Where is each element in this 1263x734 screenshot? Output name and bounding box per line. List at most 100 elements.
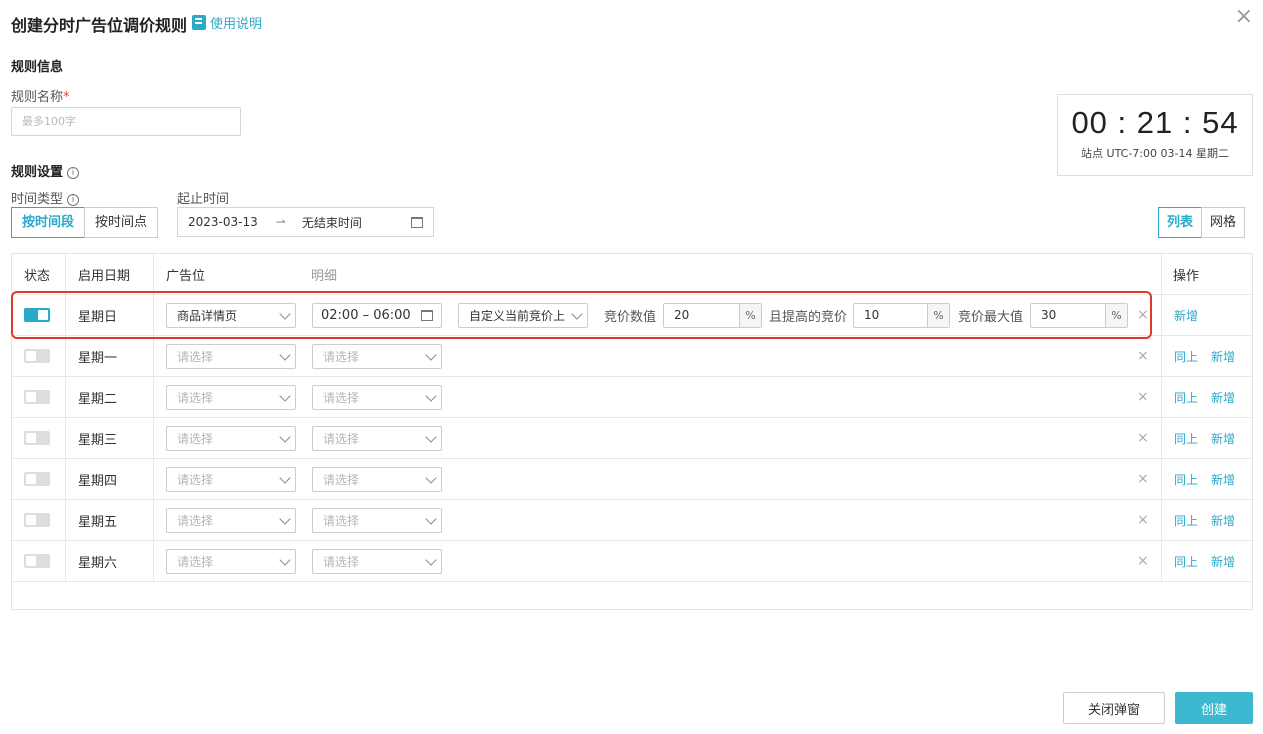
detail-cell: 请选择 <box>312 541 442 581</box>
slot-cell: 请选择 <box>166 418 296 458</box>
add-row-link[interactable]: 新增 <box>1211 471 1235 488</box>
close-icon[interactable]: × <box>1137 512 1149 528</box>
bid-input[interactable]: 20% <box>663 302 762 328</box>
column-divider <box>153 254 154 582</box>
table-row: 星期一 请选择 请选择 × 同上 新增 <box>12 336 1252 377</box>
detail-placeholder: 请选择 <box>323 431 360 446</box>
close-icon[interactable]: × <box>1137 553 1149 569</box>
time-range-picker[interactable]: 02:00 – 06:00 <box>312 302 442 328</box>
add-row-link[interactable]: 新增 <box>1174 307 1198 324</box>
slot-select[interactable]: 请选择 <box>166 343 296 369</box>
close-icon[interactable]: × <box>1137 307 1149 323</box>
add-row-link[interactable]: 新增 <box>1211 389 1235 406</box>
help-link[interactable]: 使用说明 <box>192 13 262 32</box>
slot-cell: 请选择 <box>166 377 296 417</box>
day-label: 星期一 <box>78 350 118 366</box>
day-label: 星期三 <box>78 432 118 448</box>
copy-above-link[interactable]: 同上 <box>1174 348 1198 365</box>
slot-select[interactable]: 请选择 <box>166 384 296 410</box>
dialog: 创建分时广告位调价规则 使用说明 × 规则信息 规则名称* 00 : 21 : … <box>0 0 1263 734</box>
slot-select[interactable]: 请选择 <box>166 425 296 451</box>
detail-select[interactable]: 请选择 <box>312 343 442 369</box>
info-icon[interactable]: i <box>67 167 80 179</box>
day-label: 星期四 <box>78 473 118 489</box>
status-cell <box>24 295 50 335</box>
close-icon[interactable]: × <box>1235 6 1253 28</box>
slot-select[interactable]: 请选择 <box>166 548 296 574</box>
status-toggle[interactable] <box>24 349 50 363</box>
header-date: 启用日期 <box>78 268 131 284</box>
time-type-period[interactable]: 按时间段 <box>11 207 86 238</box>
chevron-down-icon <box>425 430 437 443</box>
info-icon[interactable]: i <box>67 194 80 206</box>
slot-placeholder: 请选择 <box>177 349 214 364</box>
mode-cell: 自定义当前竞价上 <box>458 295 588 335</box>
slot-select[interactable]: 请选择 <box>166 507 296 533</box>
detail-placeholder: 请选择 <box>323 472 360 487</box>
slot-cell: 请选择 <box>166 336 296 376</box>
close-dialog-button[interactable]: 关闭弹窗 <box>1063 692 1165 724</box>
copy-above-link[interactable]: 同上 <box>1174 553 1198 570</box>
create-button[interactable]: 创建 <box>1175 692 1253 724</box>
calendar-icon <box>421 309 433 321</box>
day-cell: 星期三 <box>78 418 117 458</box>
status-toggle[interactable] <box>24 513 50 527</box>
view-list-button[interactable]: 列表 <box>1158 207 1203 238</box>
status-toggle[interactable] <box>24 308 50 322</box>
detail-select[interactable]: 请选择 <box>312 384 442 410</box>
action-cell: 同上 <box>1174 459 1198 499</box>
add-row-link[interactable]: 新增 <box>1211 430 1235 447</box>
status-cell <box>24 377 50 417</box>
copy-above-link[interactable]: 同上 <box>1174 389 1198 406</box>
detail-select[interactable]: 请选择 <box>312 507 442 533</box>
day-label: 星期五 <box>78 514 118 530</box>
chevron-down-icon <box>425 389 437 402</box>
detail-select[interactable]: 请选择 <box>312 466 442 492</box>
status-toggle[interactable] <box>24 472 50 486</box>
bid-value: 20 <box>674 308 690 322</box>
chevron-down-icon <box>279 389 291 402</box>
date-range-picker[interactable]: 2023-03-13 ⇀ 无结束时间 <box>177 207 434 237</box>
copy-above-link[interactable]: 同上 <box>1174 512 1198 529</box>
header-status: 状态 <box>24 268 51 284</box>
action-cell: 新增 <box>1174 295 1198 335</box>
slot-cell: 请选择 <box>166 500 296 540</box>
time-type-label-text: 时间类型 <box>11 192 64 207</box>
detail-select[interactable]: 请选择 <box>312 425 442 451</box>
max-input[interactable]: 30% <box>1030 302 1128 328</box>
status-toggle[interactable] <box>24 390 50 404</box>
max-field: 竞价最大值 <box>958 295 1023 335</box>
close-icon[interactable]: × <box>1137 430 1149 446</box>
table-row: 星期五 请选择 请选择 × 同上 新增 <box>12 500 1252 541</box>
detail-select[interactable]: 请选择 <box>312 548 442 574</box>
time-range-value: 02:00 – 06:00 <box>321 307 411 323</box>
detail-placeholder: 请选择 <box>323 390 360 405</box>
bid-mode-select[interactable]: 自定义当前竞价上 <box>458 302 588 328</box>
close-icon[interactable]: × <box>1137 471 1149 487</box>
raise-input-cell: 10% <box>853 295 950 335</box>
detail-cell: 请选择 <box>312 418 442 458</box>
status-toggle[interactable] <box>24 554 50 568</box>
day-label: 星期六 <box>78 555 118 571</box>
detail-cell: 请选择 <box>312 500 442 540</box>
rule-name-input[interactable] <box>11 107 241 136</box>
slot-select[interactable]: 请选择 <box>166 466 296 492</box>
time-type-point[interactable]: 按时间点 <box>84 207 159 238</box>
view-grid-button[interactable]: 网格 <box>1201 207 1246 238</box>
add-row-link[interactable]: 新增 <box>1211 348 1235 365</box>
slot-select[interactable]: 商品详情页 <box>166 302 296 328</box>
copy-above-link[interactable]: 同上 <box>1174 471 1198 488</box>
close-icon[interactable]: × <box>1137 389 1149 405</box>
range-label: 起止时间 <box>177 192 230 207</box>
close-icon[interactable]: × <box>1137 348 1149 364</box>
raise-input[interactable]: 10% <box>853 302 950 328</box>
add-row-link[interactable]: 新增 <box>1211 512 1235 529</box>
add-row-link[interactable]: 新增 <box>1211 553 1235 570</box>
chevron-down-icon <box>279 307 291 320</box>
action-cell: 同上 <box>1174 377 1198 417</box>
raise-field: 且提高的竞价 <box>769 295 847 335</box>
detail-placeholder: 请选择 <box>323 513 360 528</box>
status-toggle[interactable] <box>24 431 50 445</box>
copy-above-link[interactable]: 同上 <box>1174 430 1198 447</box>
day-cell: 星期一 <box>78 336 117 376</box>
